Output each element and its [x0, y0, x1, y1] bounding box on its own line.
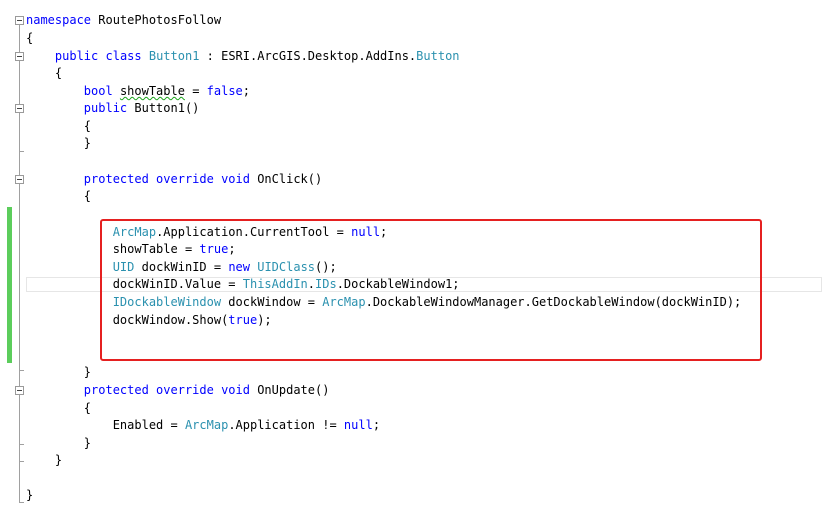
- code-text: {: [83, 189, 92, 203]
- code-line[interactable]: {: [26, 400, 91, 417]
- code-line[interactable]: {: [26, 118, 91, 135]
- outline-guide: [19, 395, 20, 445]
- code-text: }: [83, 365, 92, 379]
- code-text: Button1(): [127, 101, 200, 115]
- code-type: ArcMap: [184, 418, 229, 432]
- code-text: }: [54, 453, 63, 467]
- code-text: RoutePhotosFollow: [91, 13, 222, 27]
- code-text: }: [26, 488, 34, 502]
- code-type: Button1: [141, 49, 200, 63]
- code-keyword: public: [83, 101, 128, 115]
- code-text: {: [83, 401, 92, 415]
- outline-guide-end: [19, 370, 24, 371]
- code-line[interactable]: }: [26, 135, 91, 152]
- code-keyword: class: [105, 49, 142, 63]
- code-line[interactable]: public Button1(): [26, 100, 200, 117]
- code-text: ;: [242, 84, 251, 98]
- code-line[interactable]: protected override void OnClick(): [26, 171, 322, 188]
- code-line[interactable]: bool showTable = false;: [26, 83, 250, 100]
- code-text: {: [83, 119, 92, 133]
- code-text: ;: [372, 418, 381, 432]
- outline-guide-end: [19, 502, 24, 503]
- code-keyword: false: [206, 84, 243, 98]
- code-line[interactable]: public class Button1 : ESRI.ArcGIS.Deskt…: [26, 48, 460, 65]
- code-text: OnClick(): [249, 172, 323, 186]
- code-line[interactable]: protected override void OnUpdate(): [26, 382, 330, 399]
- code-keyword: namespace: [26, 13, 92, 27]
- outline-guide-end: [19, 444, 24, 445]
- code-line[interactable]: }: [26, 452, 62, 469]
- collapse-onclick-icon[interactable]: [15, 175, 24, 184]
- outline-guide: [19, 184, 20, 370]
- code-text: {: [54, 66, 63, 80]
- code-text: OnUpdate(): [249, 383, 330, 397]
- code-line[interactable]: {: [26, 65, 62, 82]
- code-line[interactable]: {: [26, 30, 33, 47]
- code-line[interactable]: {: [26, 188, 91, 205]
- code-keyword: protected override void: [83, 172, 250, 186]
- code-line[interactable]: }: [26, 487, 33, 504]
- highlight-annotation-box: [100, 219, 762, 361]
- code-editor[interactable]: namespace RoutePhotosFollow { public cla…: [0, 0, 822, 519]
- code-text: : ESRI.ArcGIS.Desktop.AddIns.: [199, 49, 417, 63]
- code-line[interactable]: }: [26, 364, 91, 381]
- code-text: =: [184, 84, 207, 98]
- code-text: Enabled =: [112, 418, 185, 432]
- change-indicator-bar: [7, 207, 12, 363]
- code-line[interactable]: Enabled = ArcMap.Application != null;: [26, 417, 380, 434]
- code-line[interactable]: namespace RoutePhotosFollow: [26, 12, 221, 29]
- code-keyword: bool: [83, 84, 113, 98]
- collapse-onupdate-icon[interactable]: [15, 386, 24, 395]
- code-text: .Application !=: [228, 418, 344, 432]
- code-keyword: protected override void: [83, 383, 250, 397]
- outline-guide-end: [19, 151, 24, 152]
- code-text: }: [83, 136, 92, 150]
- code-identifier: showTable: [119, 84, 185, 98]
- code-keyword: null: [343, 418, 373, 432]
- code-keyword: public: [54, 49, 99, 63]
- code-type: Button: [416, 49, 460, 63]
- code-text: }: [83, 436, 92, 450]
- collapse-constructor-icon[interactable]: [15, 104, 24, 113]
- outline-guide-end: [19, 461, 24, 462]
- code-text: {: [26, 31, 34, 45]
- code-line[interactable]: }: [26, 435, 91, 452]
- collapse-namespace-icon[interactable]: [15, 16, 24, 25]
- collapse-class-icon[interactable]: [15, 52, 24, 61]
